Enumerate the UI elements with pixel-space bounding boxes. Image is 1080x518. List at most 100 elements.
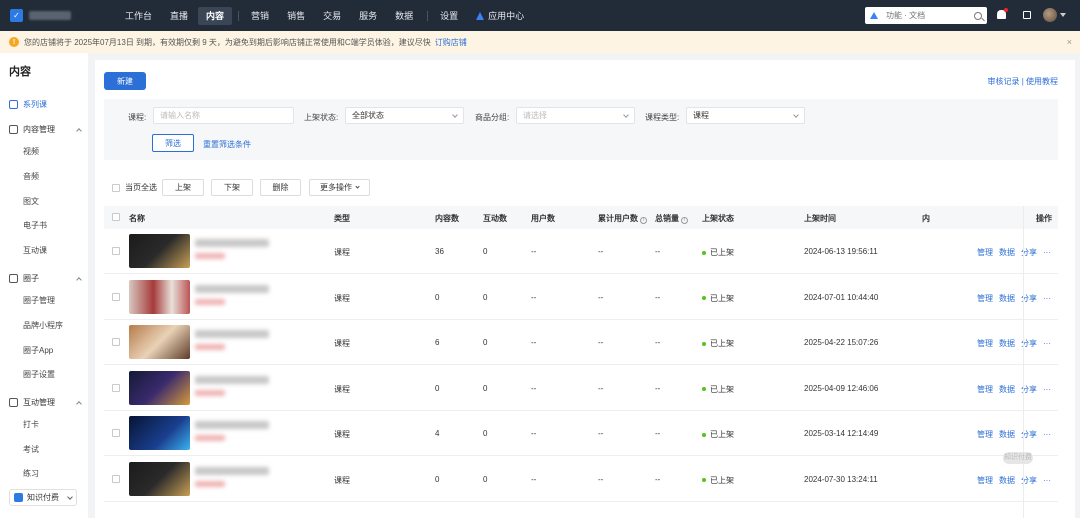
close-icon[interactable]: × xyxy=(1067,37,1072,47)
course-title-blurred[interactable] xyxy=(195,330,269,338)
row-status: 已上架 xyxy=(702,475,734,486)
manage-link[interactable]: 管理 xyxy=(977,294,993,303)
more-icon[interactable]: ··· xyxy=(1043,430,1051,439)
product-switcher[interactable]: 知识付费 xyxy=(9,489,77,506)
more-icon[interactable]: ··· xyxy=(1043,294,1051,303)
list-up-button[interactable]: 上架 xyxy=(162,179,204,196)
search-input[interactable] xyxy=(886,11,968,20)
select-all-checkbox[interactable] xyxy=(112,183,120,192)
sidebar-item-series-course[interactable]: 系列课 xyxy=(9,99,47,110)
info-icon[interactable]: i xyxy=(640,217,647,224)
course-title-blurred[interactable] xyxy=(195,466,269,475)
order-shop-link[interactable]: 订购店铺 xyxy=(435,37,467,48)
nav-settings[interactable]: 设置 xyxy=(432,7,466,25)
interaction-management-icon xyxy=(9,398,18,407)
sidebar-item-article[interactable]: 图文 xyxy=(23,196,39,207)
nav-app-center[interactable]: 应用中心 xyxy=(468,7,532,25)
list-down-button[interactable]: 下架 xyxy=(211,179,253,196)
table-row: 课程 0 0 -- -- -- 已上架 2024-07-01 10:44:40 管理 数据 分享 ··… xyxy=(104,275,1058,320)
sidebar-item-exam[interactable]: 考试 xyxy=(23,444,39,455)
manage-link[interactable]: 管理 xyxy=(977,339,993,348)
course-cover-thumbnail[interactable] xyxy=(129,234,190,268)
usage-tutorial-link[interactable]: 使用教程 xyxy=(1026,77,1058,86)
more-actions-label: 更多操作 xyxy=(320,183,352,192)
brand-logo-icon[interactable]: ✓ xyxy=(10,9,23,22)
top-navbar: ✓ 工作台 直播 内容 营销 销售 交易 服务 数据 设置 应用中心 xyxy=(0,0,1080,31)
nav-workbench[interactable]: 工作台 xyxy=(117,7,160,25)
avatar[interactable] xyxy=(1043,8,1057,22)
course-title-blurred[interactable] xyxy=(195,284,269,293)
nav-sales[interactable]: 销售 xyxy=(279,7,313,25)
row-checkbox[interactable] xyxy=(112,338,120,346)
more-icon[interactable]: ··· xyxy=(1043,385,1051,394)
filter-button[interactable]: 筛选 xyxy=(152,134,194,152)
data-link[interactable]: 数据 xyxy=(999,476,1015,485)
sidebar-group-circle[interactable]: 圈子 xyxy=(9,273,82,284)
row-checkbox[interactable] xyxy=(112,292,120,301)
sidebar-item-circle-management[interactable]: 圈子管理 xyxy=(23,295,55,306)
course-cover-thumbnail[interactable] xyxy=(129,416,190,450)
sidebar-item-interactive-course[interactable]: 互动课 xyxy=(23,245,47,256)
sidebar-group-interaction-management[interactable]: 互动管理 xyxy=(9,397,82,408)
more-icon[interactable]: ··· xyxy=(1043,339,1051,348)
sidebar-item-practice[interactable]: 练习 xyxy=(23,468,39,479)
more-icon[interactable]: ··· xyxy=(1043,248,1051,257)
row-checkbox[interactable] xyxy=(112,247,120,255)
course-cover-thumbnail[interactable] xyxy=(129,370,190,405)
sidebar-item-audio[interactable]: 音频 xyxy=(23,171,39,182)
nav-trade[interactable]: 交易 xyxy=(315,7,349,25)
data-link[interactable]: 数据 xyxy=(999,339,1015,348)
manage-link[interactable]: 管理 xyxy=(977,248,993,257)
sidebar-item-ebook[interactable]: 电子书 xyxy=(23,220,47,231)
nav-content[interactable]: 内容 xyxy=(198,6,233,25)
chevron-down-icon xyxy=(793,111,799,118)
nav-live[interactable]: 直播 xyxy=(162,7,196,25)
sidebar-item-circle-app[interactable]: 圈子App xyxy=(23,345,53,356)
delete-button[interactable]: 删除 xyxy=(260,179,301,196)
row-user-count: -- xyxy=(531,247,537,256)
bell-icon[interactable] xyxy=(997,8,1008,19)
global-search[interactable] xyxy=(865,7,987,24)
more-actions-button[interactable]: 更多操作 xyxy=(309,179,370,196)
manage-link[interactable]: 管理 xyxy=(977,385,993,394)
course-title-blurred[interactable] xyxy=(195,375,269,384)
row-checkbox[interactable] xyxy=(112,474,120,483)
nav-data[interactable]: 数据 xyxy=(387,7,421,25)
reset-filter-link[interactable]: 重置筛选条件 xyxy=(203,139,251,150)
data-link[interactable]: 数据 xyxy=(999,385,1015,394)
select-all[interactable]: 当页全选 xyxy=(112,179,157,196)
manage-link[interactable]: 管理 xyxy=(977,476,993,485)
sidebar-group-content-management[interactable]: 内容管理 xyxy=(9,124,82,135)
nav-marketing[interactable]: 营销 xyxy=(243,7,277,25)
nav-service[interactable]: 服务 xyxy=(351,7,385,25)
header-checkbox[interactable] xyxy=(112,213,120,221)
manage-link[interactable]: 管理 xyxy=(977,430,993,439)
row-checkbox[interactable] xyxy=(112,429,120,437)
course-cover-thumbnail[interactable] xyxy=(129,461,190,496)
course-title-blurred[interactable] xyxy=(195,239,269,247)
course-name-input[interactable]: 请输入名称 xyxy=(153,107,294,124)
info-icon[interactable]: i xyxy=(681,217,688,224)
status-select[interactable]: 全部状态 xyxy=(345,107,464,124)
row-checkbox[interactable] xyxy=(112,383,120,392)
type-select[interactable]: 课程 xyxy=(686,107,805,124)
new-button[interactable]: 新建 xyxy=(104,72,146,90)
group-select[interactable]: 请选择 xyxy=(516,107,635,124)
data-link[interactable]: 数据 xyxy=(999,430,1015,439)
sidebar-item-checkin[interactable]: 打卡 xyxy=(23,419,39,430)
sidebar-item-video[interactable]: 视频 xyxy=(23,146,39,157)
chevron-down-icon[interactable] xyxy=(1060,13,1066,17)
course-cover-thumbnail[interactable] xyxy=(129,325,190,359)
course-cover-thumbnail[interactable] xyxy=(129,279,190,314)
sidebar-item-circle-settings[interactable]: 圈子设置 xyxy=(23,369,55,380)
row-status-label: 已上架 xyxy=(710,339,734,348)
search-icon[interactable] xyxy=(974,11,982,20)
course-title-blurred[interactable] xyxy=(195,421,269,429)
audit-records-link[interactable]: 审核记录 xyxy=(987,77,1019,86)
data-link[interactable]: 数据 xyxy=(999,294,1015,303)
row-list-time: 2025-03-14 12:14:49 xyxy=(804,429,879,438)
more-icon[interactable]: ··· xyxy=(1043,476,1051,485)
sidebar-item-brand-miniprogram[interactable]: 品牌小程序 xyxy=(23,320,63,331)
data-link[interactable]: 数据 xyxy=(999,248,1015,257)
calendar-icon[interactable] xyxy=(1023,11,1031,19)
